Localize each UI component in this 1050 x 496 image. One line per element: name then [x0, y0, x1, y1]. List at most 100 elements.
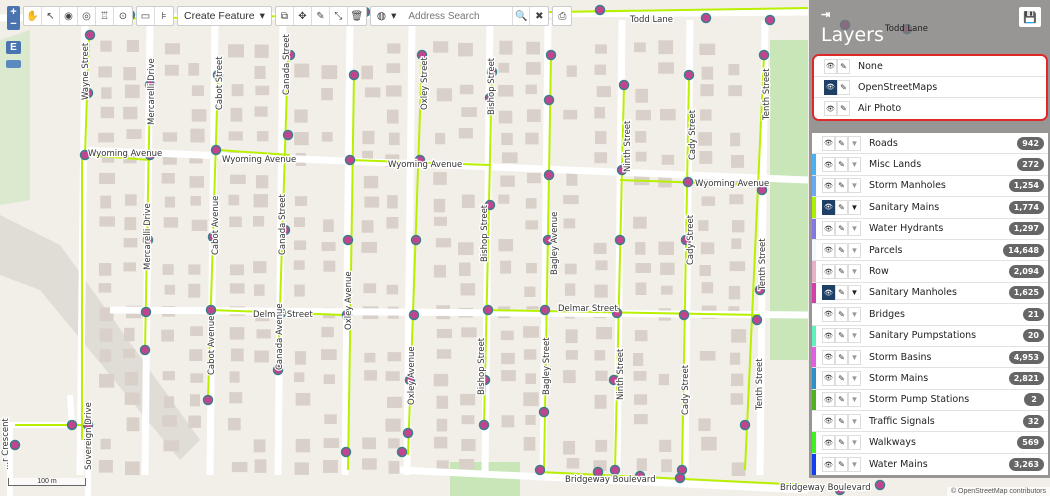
layer-row[interactable]: 👁 ✎ None	[814, 56, 1046, 77]
edit-icon[interactable]: ✎	[312, 7, 330, 25]
layer-row[interactable]: 👁 ✎ OpenStreetMaps	[814, 77, 1046, 98]
edit-icon[interactable]: ✎	[835, 221, 848, 237]
filter-icon[interactable]: ▼	[848, 221, 861, 237]
layer-row[interactable]: 👁 ✎ ▼ Sanitary Pumpstations 20	[812, 325, 1048, 347]
layer-row[interactable]: 👁 ✎ ▼ Misc Lands 272	[812, 154, 1048, 176]
filter-icon[interactable]: ▼	[848, 178, 861, 194]
zoom-out-button[interactable]: −	[7, 18, 20, 30]
visibility-eye-icon[interactable]: 👁	[822, 135, 835, 151]
layer-row[interactable]: 👁 ✎ ▼ Sanitary Mains 1,774	[812, 197, 1048, 219]
layer-row[interactable]: 👁 ✎ ▼ Row 2,094	[812, 261, 1048, 283]
visibility-eye-icon[interactable]: 👁	[822, 349, 835, 365]
visibility-eye-icon[interactable]: 👁	[822, 264, 835, 280]
zoom-in-button[interactable]: +	[7, 6, 20, 18]
filter-icon[interactable]: ▼	[848, 457, 861, 473]
edit-icon[interactable]: ✎	[835, 306, 848, 322]
attribution[interactable]: © OpenStreetMap contributors	[946, 487, 1050, 496]
identify-icon[interactable]: ◉	[60, 7, 78, 25]
collapse-icon[interactable]: ⇥	[821, 8, 830, 21]
layer-toggle-button[interactable]	[6, 60, 21, 68]
layer-row[interactable]: 👁 ✎ ▼ Storm Mains 2,821	[812, 368, 1048, 390]
close-icon[interactable]: ✖	[530, 7, 548, 25]
filter-icon[interactable]: ▼	[848, 435, 861, 451]
edit-icon[interactable]: ✎	[835, 457, 848, 473]
filter-icon[interactable]: ▼	[848, 413, 861, 429]
edit-mode-button[interactable]: E	[6, 41, 21, 54]
buffer-icon[interactable]: ⊙	[114, 7, 132, 25]
layer-row[interactable]: 👁 ✎ ▼ Storm Basins 4,953	[812, 346, 1048, 369]
layer-row[interactable]: 👁 ✎ ▼ Traffic Signals 32	[812, 411, 1048, 433]
edit-icon[interactable]: ✎	[835, 135, 848, 151]
filter-icon[interactable]: ▼	[848, 135, 861, 151]
layer-row[interactable]: 👁 ✎ ▼ Water Mains 3,263	[812, 453, 1048, 476]
visibility-eye-icon[interactable]: 👁	[824, 101, 837, 116]
hand-icon[interactable]: ✋	[24, 7, 42, 25]
layer-row[interactable]: 👁 ✎ ▼ Bridges 21	[812, 304, 1048, 326]
copy-icon[interactable]: ⧉	[276, 7, 294, 25]
filter-icon[interactable]: ▼	[848, 157, 861, 173]
trash-icon[interactable]: 🗑	[348, 7, 366, 25]
visibility-eye-icon[interactable]: 👁	[824, 79, 837, 95]
measure-line-icon[interactable]: ▭	[137, 7, 155, 25]
measure-area-icon[interactable]: ⊧	[155, 7, 173, 25]
address-search-input[interactable]	[402, 7, 513, 25]
visibility-eye-icon[interactable]: 👁	[822, 242, 835, 258]
edit-icon[interactable]: ✎	[835, 370, 848, 386]
edit-icon[interactable]: ✎	[835, 328, 848, 344]
visibility-eye-icon[interactable]: 👁	[822, 157, 835, 173]
edit-icon[interactable]: ✎	[835, 157, 848, 173]
pointer-icon[interactable]: ↖	[42, 7, 60, 25]
visibility-eye-icon[interactable]: 👁	[822, 392, 835, 408]
layer-row[interactable]: 👁 ✎ ▼ Storm Pump Stations 2	[812, 389, 1048, 412]
edit-icon[interactable]: ✎	[837, 101, 850, 116]
visibility-eye-icon[interactable]: 👁	[822, 221, 835, 237]
edit-icon[interactable]: ✎	[837, 79, 850, 95]
globe-dropdown[interactable]: ◍ ▾	[371, 7, 402, 25]
filter-icon[interactable]: ▼	[848, 264, 861, 280]
filter-icon[interactable]: ▼	[848, 242, 861, 258]
visibility-eye-icon[interactable]: 👁	[822, 457, 835, 473]
filter-icon[interactable]: ▼	[848, 328, 861, 344]
visibility-eye-icon[interactable]: 👁	[822, 285, 835, 301]
edit-icon[interactable]: ✎	[835, 199, 848, 215]
edit-icon[interactable]: ✎	[835, 178, 848, 194]
layer-row[interactable]: 👁 ✎ ▼ Roads 942	[812, 133, 1048, 155]
edit-icon[interactable]: ✎	[835, 413, 848, 429]
layer-row[interactable]: 👁 ✎ ▼ Walkways 569	[812, 432, 1048, 454]
select-feature-icon[interactable]: ♖	[96, 7, 114, 25]
create-feature-dropdown[interactable]: Create Feature ▾	[178, 7, 271, 25]
sanitary-manhole	[683, 69, 695, 81]
search-icon[interactable]: 🔍	[512, 7, 531, 25]
edit-icon[interactable]: ✎	[835, 264, 848, 280]
select-area-icon[interactable]: ◎	[78, 7, 96, 25]
layer-row[interactable]: 👁 ✎ Air Photo	[814, 98, 1046, 119]
filter-icon[interactable]: ▼	[848, 349, 861, 365]
filter-icon[interactable]: ▼	[848, 199, 861, 215]
filter-icon[interactable]: ▼	[848, 285, 861, 301]
edit-icon[interactable]: ✎	[835, 392, 848, 408]
visibility-eye-icon[interactable]: 👁	[824, 58, 837, 74]
layer-row[interactable]: 👁 ✎ ▼ Storm Manholes 1,254	[812, 175, 1048, 198]
filter-icon[interactable]: ▼	[848, 306, 861, 322]
layer-row[interactable]: 👁 ✎ ▼ Water Hydrants 1,297	[812, 218, 1048, 240]
edit-icon[interactable]: ✎	[835, 242, 848, 258]
layer-row[interactable]: 👁 ✎ ▼ Parcels 14,648	[812, 239, 1048, 262]
layer-row[interactable]: 👁 ✎ ▼ Sanitary Manholes 1,625	[812, 282, 1048, 305]
filter-icon[interactable]: ▼	[848, 392, 861, 408]
visibility-eye-icon[interactable]: 👁	[822, 199, 835, 215]
visibility-eye-icon[interactable]: 👁	[822, 328, 835, 344]
move-icon[interactable]: ✥	[294, 7, 312, 25]
visibility-eye-icon[interactable]: 👁	[822, 370, 835, 386]
edit-icon[interactable]: ✎	[835, 349, 848, 365]
visibility-eye-icon[interactable]: 👁	[822, 178, 835, 194]
edit-icon[interactable]: ✎	[837, 58, 850, 74]
edit-icon[interactable]: ✎	[835, 285, 848, 301]
print-icon[interactable]: ⎙	[553, 7, 571, 25]
visibility-eye-icon[interactable]: 👁	[822, 413, 835, 429]
visibility-eye-icon[interactable]: 👁	[822, 306, 835, 322]
resize-icon[interactable]: ⤡	[330, 7, 348, 25]
visibility-eye-icon[interactable]: 👁	[822, 435, 835, 451]
edit-icon[interactable]: ✎	[835, 435, 848, 451]
filter-icon[interactable]: ▼	[848, 370, 861, 386]
save-icon[interactable]: 💾	[1019, 7, 1041, 27]
